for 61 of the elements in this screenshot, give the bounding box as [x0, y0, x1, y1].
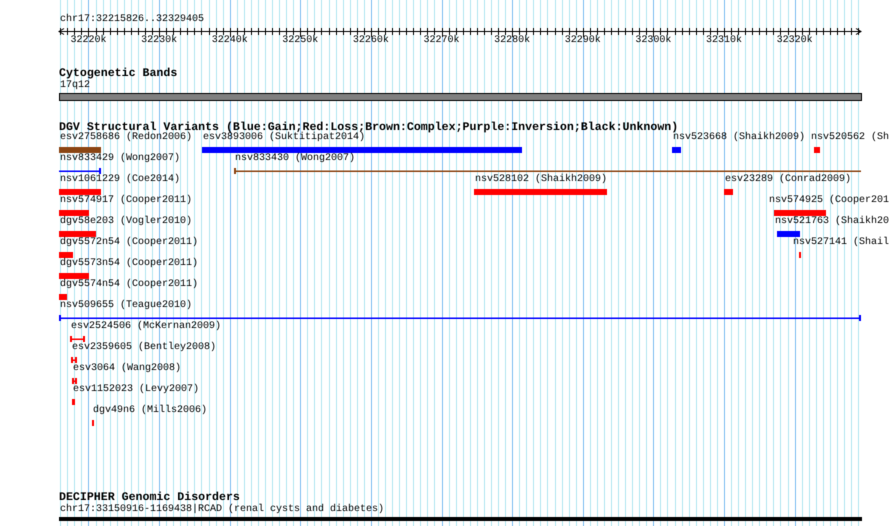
tick-label: 32270k: [424, 36, 460, 46]
variant-bar[interactable]: [774, 210, 826, 216]
variant-bar[interactable]: [474, 189, 607, 195]
variant-label: dgv5572n54 (Cooper2011): [60, 238, 198, 248]
variant-bar[interactable]: [814, 147, 820, 153]
variant-label: esv3064 (Wang2008): [73, 364, 182, 374]
track-title: Cytogenetic Bands: [59, 68, 178, 80]
variant-label: nsv1061229 (Coe2014): [60, 175, 180, 185]
variant-label: nsv520562 (Sh: [811, 133, 890, 143]
tick-label: 32280k: [494, 36, 530, 46]
variant-bar[interactable]: [59, 210, 89, 216]
band-label: 17q12: [60, 81, 90, 91]
variant-span[interactable]: [59, 168, 101, 174]
tick-label: 32240k: [212, 36, 248, 46]
variant-label: nsv509655 (Teague2010): [60, 301, 192, 311]
chromosome-band[interactable]: [59, 93, 862, 101]
variant-label: dgv5573n54 (Cooper2011): [60, 259, 198, 269]
tick-label: 32300k: [635, 36, 672, 46]
variant-label: nsv574917 (Cooper2011): [60, 196, 192, 206]
variant-label: nsv528102 (Shaikh2009): [475, 175, 608, 185]
variant-span[interactable]: [59, 315, 861, 321]
tick-label: 32220k: [70, 36, 106, 46]
variant-bar[interactable]: [724, 189, 733, 195]
variant-bar[interactable]: [72, 399, 75, 405]
track-title: DECIPHER Genomic Disorders: [59, 492, 240, 504]
disorder-region[interactable]: [59, 517, 862, 521]
variant-label: nsv574925 (Cooper201: [769, 196, 890, 206]
variant-label: nsv527141 (Shail: [793, 238, 890, 248]
variant-bar[interactable]: [59, 294, 67, 300]
variant-label: esv2524506 (McKernan2009): [71, 322, 222, 332]
variant-bar[interactable]: [59, 231, 96, 237]
variant-span[interactable]: [70, 336, 85, 342]
variant-bar[interactable]: [672, 147, 681, 153]
tick-label: 32320k: [776, 36, 813, 46]
variant-bar[interactable]: [777, 231, 800, 237]
variant-span[interactable]: [234, 168, 861, 174]
variant-label: esv3893006 (Suktitipat2014): [203, 133, 366, 143]
variant-label: esv2359605 (Bentley2008): [72, 343, 216, 353]
tick-label: 32310k: [706, 36, 742, 46]
tick-label: 32230k: [141, 36, 178, 46]
variant-label: esv23289 (Conrad2009): [725, 175, 852, 185]
variant-label: dgv5574n54 (Cooper2011): [60, 280, 198, 290]
variant-label: esv2758686 (Redon2006): [60, 133, 192, 143]
tick-label: 32250k: [282, 36, 318, 46]
variant-label: esv1152023 (Levy2007): [73, 385, 200, 395]
variant-label: dgv58e203 (Vogler2010): [60, 217, 192, 227]
variant-label: nsv833430 (Wong2007): [235, 154, 356, 164]
variant-bar[interactable]: [59, 189, 101, 195]
variant-bar[interactable]: [59, 252, 73, 258]
variant-label: nsv833429 (Wong2007): [60, 154, 180, 164]
variant-bar[interactable]: [202, 147, 522, 153]
variant-bar[interactable]: [59, 273, 89, 279]
tick-label: 32290k: [564, 36, 601, 46]
variant-bar[interactable]: [59, 147, 101, 153]
location-label: chr17:32215826..32329405: [60, 15, 204, 25]
variant-span[interactable]: [71, 357, 77, 363]
variant-label: dgv49n6 (Mills2006): [93, 406, 208, 416]
tick-label: 32260k: [352, 36, 389, 46]
variant-label: nsv523668 (Shaikh2009): [673, 133, 806, 143]
disorder-label: chr17:33150916-1169438|RCAD (renal cysts and diabetes): [60, 505, 384, 515]
variant-label: nsv521763 (Shaikh20: [775, 217, 890, 227]
